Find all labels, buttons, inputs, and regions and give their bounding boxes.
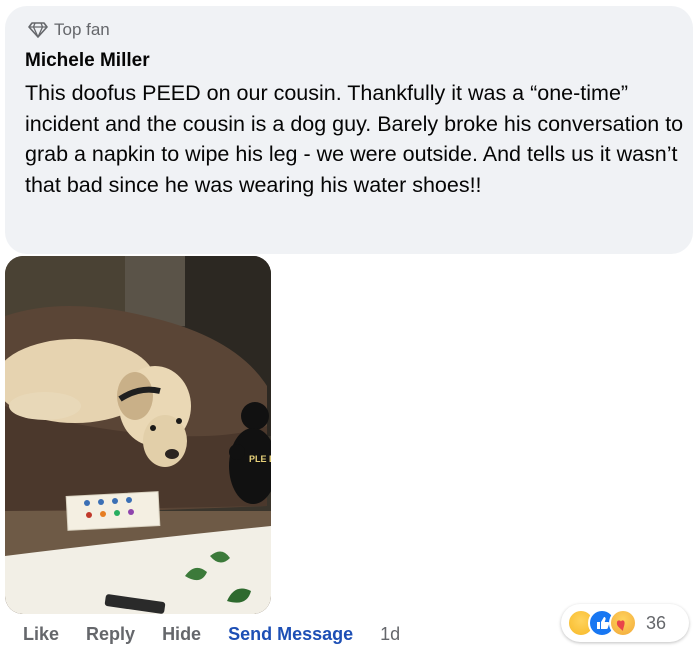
- reaction-count: 36: [646, 612, 667, 633]
- comment-text: This doofus PEED on our cousin. Thankful…: [25, 81, 684, 197]
- comment-photo[interactable]: PLE DON'T THE: [5, 256, 271, 614]
- badge-label: Top fan: [54, 20, 110, 39]
- like-button[interactable]: Like: [23, 624, 59, 645]
- comment-actions: Like Reply Hide Send Message 1d: [23, 624, 400, 645]
- top-fan-badge: Top fan: [28, 20, 110, 40]
- comment-bubble: Top fan Michele Miller This doofus PEED …: [5, 6, 693, 254]
- reaction-summary[interactable]: 36: [561, 604, 689, 642]
- comment-timestamp[interactable]: 1d: [380, 624, 400, 645]
- hide-button[interactable]: Hide: [162, 624, 201, 645]
- diamond-icon: [28, 22, 48, 38]
- send-message-button[interactable]: Send Message: [228, 624, 353, 645]
- care-icon: [609, 609, 637, 637]
- sign-text: PLE DON'T THE: [249, 454, 271, 464]
- comment-author[interactable]: Michele Miller: [25, 50, 150, 72]
- reply-button[interactable]: Reply: [86, 624, 135, 645]
